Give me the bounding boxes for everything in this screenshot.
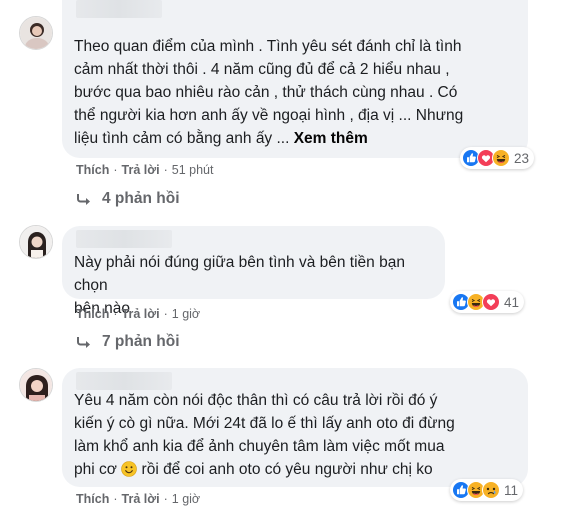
- timestamp[interactable]: 1 giờ: [172, 492, 200, 506]
- timestamp[interactable]: 1 giờ: [172, 307, 200, 321]
- timestamp[interactable]: 51 phút: [172, 163, 214, 177]
- reply-button[interactable]: Trả lời: [122, 492, 160, 506]
- author-name-blurred[interactable]: [76, 230, 172, 248]
- comment-text: Yêu 4 năm còn nói độc thân thì có câu tr…: [74, 392, 455, 478]
- author-name-blurred[interactable]: [76, 0, 162, 18]
- reaction-count: 23: [513, 150, 529, 166]
- view-replies-button[interactable]: 7 phản hồi: [76, 333, 180, 351]
- like-button[interactable]: Thích: [76, 492, 109, 506]
- comment-bubble: Yêu 4 năm còn nói độc thân thì có câu tr…: [62, 368, 528, 487]
- view-replies-button[interactable]: 4 phản hồi: [76, 190, 180, 208]
- reaction-summary[interactable]: 41: [450, 291, 525, 313]
- comment-actions: Thích · Trả lời · 51 phút: [76, 163, 214, 177]
- reaction-count: 41: [504, 294, 520, 310]
- reply-button[interactable]: Trả lời: [122, 163, 160, 177]
- reaction-summary[interactable]: 11: [450, 479, 524, 501]
- reply-arrow-icon: [77, 337, 90, 348]
- haha-icon: [491, 149, 510, 167]
- reply-arrow-icon: [77, 194, 90, 205]
- reply-button[interactable]: Trả lời: [122, 307, 160, 321]
- see-more-link[interactable]: Xem thêm: [294, 130, 368, 147]
- comment-text: Theo quan điểm của mình . Tình yêu sét đ…: [74, 38, 464, 147]
- comment-bubble: Này phải nói đúng giữa bên tình và bên t…: [62, 226, 445, 317]
- comment-actions: Thích · Trả lời · 1 giờ: [76, 492, 201, 506]
- reaction-summary[interactable]: 23: [459, 147, 534, 169]
- smile-emoji-icon: [121, 461, 138, 477]
- like-button[interactable]: Thích: [76, 163, 109, 177]
- reaction-count: 11: [504, 482, 519, 498]
- comment-bubble: Theo quan điểm của mình . Tình yêu sét đ…: [62, 0, 534, 169]
- like-button[interactable]: Thích: [76, 307, 109, 321]
- author-name-blurred[interactable]: [76, 372, 172, 390]
- sad-icon: [482, 481, 500, 499]
- comment-actions: Thích · Trả lời · 1 giờ: [76, 307, 201, 321]
- avatar[interactable]: [19, 225, 53, 259]
- avatar[interactable]: [19, 16, 53, 50]
- avatar[interactable]: [19, 368, 53, 402]
- love-icon: [482, 293, 500, 311]
